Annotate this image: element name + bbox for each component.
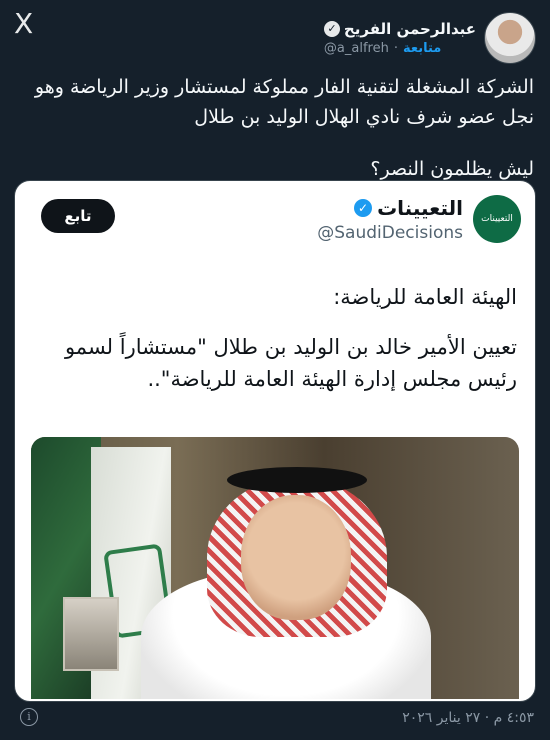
quoted-header: التعيينات التعيينات ✓ @SaudiDecisions [317,195,521,243]
author-name-row: عبدالرحمن الفريح ✓ [323,20,476,38]
quoted-body: تعيين الأمير خالد بن الوليد بن طلال "مست… [64,335,517,391]
person-agal [227,467,367,493]
quoted-image[interactable] [31,437,519,699]
handle-row: متابعة · @a_alfreh [324,41,441,56]
avatar[interactable] [484,12,536,64]
quoted-heading: الهيئة العامة للرياضة: [333,285,517,309]
tweet-text: الشركة المشغلة لتقنية الفار مملوكة لمستش… [16,72,534,184]
author-name[interactable]: عبدالرحمن الفريح [344,20,476,38]
timestamp[interactable]: ٤:٥٣ م · ٢٧ يناير ٢٠٢٦ [402,710,534,726]
quoted-author-name[interactable]: التعيينات [377,196,463,220]
quoted-avatar[interactable]: التعيينات [473,195,521,243]
separator-dot: · [393,41,398,56]
author-handle[interactable]: @a_alfreh [324,41,389,56]
author-block: عبدالرحمن الفريح ✓ متابعة · @a_alfreh [323,20,476,56]
follow-button[interactable]: متابعة [403,41,441,56]
x-logo-icon[interactable]: X [14,10,42,38]
info-icon[interactable]: i [20,708,38,726]
person-face [241,495,351,620]
tweet-paragraph: الشركة المشغلة لتقنية الفار مملوكة لمستش… [34,76,534,128]
quoted-follow-button[interactable]: تابع [41,199,115,233]
verified-badge-icon: ✓ [354,198,373,217]
quoted-tweet-card[interactable]: تابع التعيينات التعيينات ✓ @SaudiDecisio… [14,180,536,702]
tweet-header: عبدالرحمن الفريح ✓ متابعة · @a_alfreh [323,12,536,64]
quoted-author-handle[interactable]: @SaudiDecisions [317,223,463,243]
verified-badge-icon: ✓ [323,21,340,37]
photo-frame [63,597,119,671]
quoted-text: الهيئة العامة للرياضة: تعيين الأمير خالد… [33,281,517,395]
quoted-name-row: التعيينات ✓ [354,196,463,220]
quoted-author-block: التعيينات ✓ @SaudiDecisions [317,196,463,243]
